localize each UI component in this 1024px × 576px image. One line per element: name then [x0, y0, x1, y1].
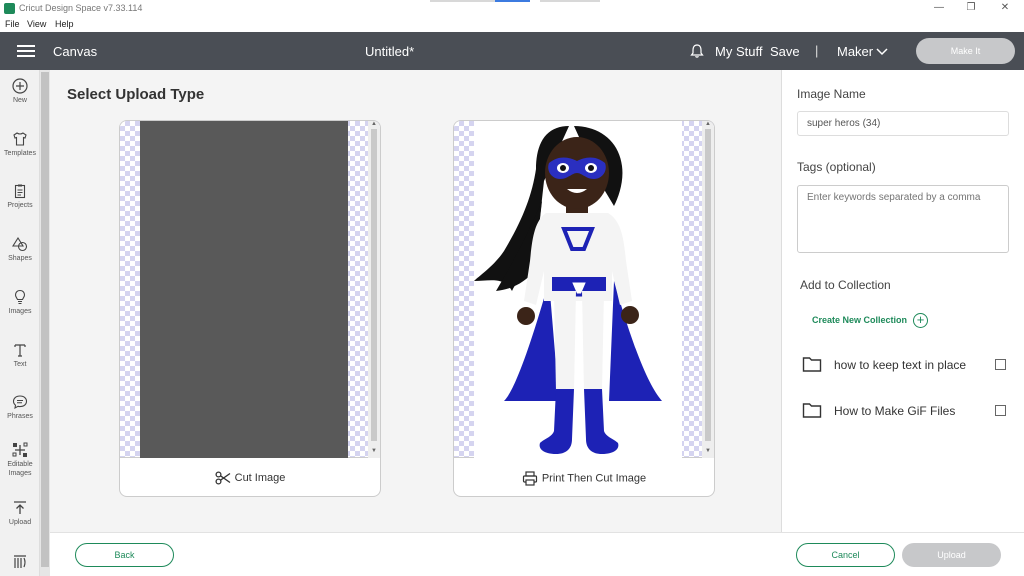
print-then-cut-option[interactable]: ▲ ▼ Print Then Cut Image	[453, 120, 715, 497]
restore-button[interactable]: ❐	[956, 0, 986, 18]
menu-bar: File View Help	[0, 18, 1024, 32]
scrollbar-thumb[interactable]	[371, 129, 377, 441]
tool-label: Templates	[4, 150, 36, 157]
close-button[interactable]: ✕	[990, 0, 1020, 18]
tool-label: Upload	[8, 519, 32, 526]
upload-icon	[14, 501, 26, 514]
cut-image-option[interactable]: ▲ ▼ Cut Image	[119, 120, 381, 497]
app-header: Canvas Untitled* My Stuff Save | Maker M…	[0, 32, 1024, 70]
folder-icon	[802, 403, 822, 418]
collection-checkbox[interactable]	[995, 359, 1006, 370]
tool-monogram[interactable]	[0, 554, 40, 570]
text-icon	[14, 344, 26, 357]
footer-bar: Back Cancel Upload	[50, 532, 1024, 576]
image-name-label: Image Name	[797, 87, 866, 101]
my-stuff-link[interactable]: My Stuff	[715, 44, 762, 59]
page-title: Select Upload Type	[67, 86, 205, 103]
superhero-girl-illustration	[474, 126, 662, 454]
cut-silhouette	[140, 121, 348, 458]
toolbar-scrollbar[interactable]	[40, 70, 50, 576]
scissors-icon	[215, 471, 230, 485]
hamburger-menu-icon[interactable]	[17, 45, 35, 57]
tool-editable-images[interactable]: Editable Images	[0, 442, 40, 478]
notification-bell-icon[interactable]	[689, 43, 705, 59]
tool-label: Projects	[7, 202, 33, 209]
cancel-button[interactable]: Cancel	[796, 543, 895, 567]
folder-icon	[802, 357, 822, 372]
scroll-down-icon[interactable]: ▼	[705, 448, 711, 454]
collection-name: How to Make GiF Files	[834, 404, 956, 418]
editable-image-icon	[12, 442, 28, 457]
chevron-down-icon[interactable]	[876, 47, 888, 57]
cut-image-preview	[120, 121, 380, 458]
shapes-icon	[12, 236, 28, 252]
speech-bubble-icon	[12, 395, 28, 410]
tool-images[interactable]: Images	[0, 289, 40, 316]
collection-item[interactable]: How to Make GiF Files	[802, 401, 1012, 421]
cut-image-label-row: Cut Image	[120, 471, 380, 485]
plus-circle-icon	[12, 78, 28, 94]
create-new-collection-link[interactable]: Create New Collection	[812, 315, 907, 325]
print-then-cut-label-row: Print Then Cut Image	[454, 471, 714, 486]
window-title: Cricut Design Space v7.33.114	[19, 3, 143, 13]
collection-name: how to keep text in place	[834, 358, 967, 372]
tool-label: Editable Images	[7, 461, 33, 477]
tool-new[interactable]: New	[0, 78, 40, 105]
scrollbar-thumb[interactable]	[41, 72, 49, 567]
machine-selector[interactable]: Maker	[837, 44, 873, 59]
monogram-icon	[14, 555, 26, 568]
title-divider-right	[540, 0, 600, 2]
tool-label: Shapes	[8, 255, 32, 262]
tool-label: Text	[13, 361, 27, 368]
upload-type-panel: Select Upload Type ▲ ▼ Cut Image ▲ ▼ Pri…	[50, 70, 781, 532]
menu-file[interactable]: File	[5, 19, 20, 29]
tool-text[interactable]: Text	[0, 342, 40, 369]
shirt-icon	[13, 132, 27, 146]
lightbulb-icon	[14, 289, 26, 305]
tags-label: Tags (optional)	[797, 160, 876, 174]
menu-view[interactable]: View	[27, 19, 46, 29]
image-name-input[interactable]	[797, 111, 1009, 136]
canvas-link[interactable]: Canvas	[53, 44, 97, 59]
print-image-preview	[454, 121, 714, 458]
cut-image-label: Cut Image	[234, 471, 286, 484]
preview-scrollbar[interactable]: ▲ ▼	[702, 121, 714, 458]
document-title: Untitled*	[365, 44, 415, 59]
tool-label: Images	[8, 308, 32, 315]
scrollbar-thumb[interactable]	[705, 129, 711, 441]
tool-templates[interactable]: Templates	[0, 131, 40, 158]
tool-label: Phrases	[7, 413, 33, 420]
preview-scrollbar[interactable]: ▲ ▼	[368, 121, 380, 458]
save-button[interactable]: Save	[770, 44, 800, 59]
title-divider-accent	[495, 0, 530, 2]
make-it-button[interactable]: Make It	[916, 38, 1015, 64]
upload-button[interactable]: Upload	[902, 543, 1001, 567]
add-collection-icon[interactable]: +	[913, 313, 928, 328]
collection-item[interactable]: how to keep text in place	[802, 355, 1012, 375]
print-then-cut-label: Print Then Cut Image	[541, 472, 647, 485]
tool-phrases[interactable]: Phrases	[0, 394, 40, 421]
image-details-panel: Image Name Tags (optional) Add to Collec…	[781, 70, 1024, 532]
tool-shapes[interactable]: Shapes	[0, 236, 40, 263]
tool-label: New	[12, 97, 27, 104]
scroll-down-icon[interactable]: ▼	[371, 448, 377, 454]
back-button[interactable]: Back	[75, 543, 174, 567]
tags-input[interactable]	[797, 185, 1009, 253]
printer-icon	[522, 471, 537, 486]
tool-projects[interactable]: Projects	[0, 183, 40, 210]
tool-upload[interactable]: Upload	[0, 500, 40, 527]
add-to-collection-label: Add to Collection	[800, 278, 891, 292]
left-toolbar: New Templates Projects Shapes Images Tex…	[0, 70, 40, 576]
header-separator: |	[815, 43, 819, 58]
scroll-up-icon[interactable]: ▲	[705, 121, 711, 127]
minimize-button[interactable]: —	[924, 0, 954, 18]
scroll-up-icon[interactable]: ▲	[371, 121, 377, 127]
window-title-bar: Cricut Design Space v7.33.114 — ❐ ✕	[0, 0, 1024, 18]
clipboard-icon	[14, 184, 26, 199]
menu-help[interactable]: Help	[55, 19, 74, 29]
collection-checkbox[interactable]	[995, 405, 1006, 416]
app-logo-icon	[4, 3, 15, 14]
